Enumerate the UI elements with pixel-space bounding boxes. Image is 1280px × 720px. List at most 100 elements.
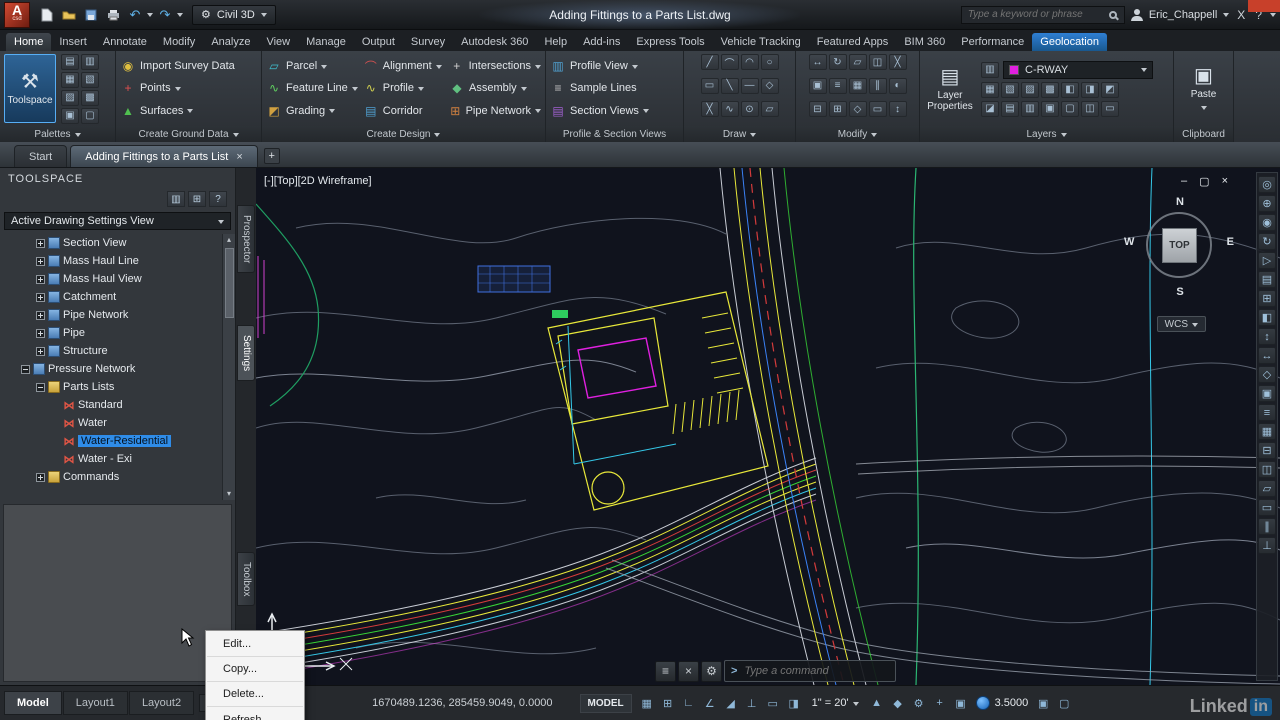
toolspace-button[interactable]: ⚒ Toolspace <box>4 54 56 123</box>
viewcube-south[interactable]: S <box>1176 286 1183 298</box>
side-tab-settings[interactable]: Settings <box>237 325 255 381</box>
layer-tool-icon-7[interactable]: ◩ <box>1101 82 1119 98</box>
tree-expand-icon[interactable] <box>36 293 45 302</box>
tree-item-pipe[interactable]: Pipe <box>2 324 235 342</box>
viewcube-north[interactable]: N <box>1176 196 1184 208</box>
design-intersections-button[interactable]: +Intersections <box>449 55 541 77</box>
modify-tool-icon-4[interactable]: ◫ <box>869 54 887 70</box>
perpendicular-icon[interactable]: ⊥ <box>1258 537 1276 554</box>
ribbon-tab-add-ins[interactable]: Add-ins <box>575 33 628 51</box>
tree-item-catchment[interactable]: Catchment <box>2 288 235 306</box>
tree-expand-icon[interactable] <box>21 365 30 374</box>
tree-item-commands[interactable]: Commands <box>2 468 235 486</box>
ribbon-tab-modify[interactable]: Modify <box>155 33 203 51</box>
layer-tool-b-icon-3[interactable]: ▥ <box>1021 101 1039 117</box>
draw-tool-icon-9[interactable]: ╳ <box>701 101 719 117</box>
undo-dropdown-icon[interactable] <box>147 13 153 20</box>
tree-item-pressure-network[interactable]: Pressure Network <box>2 360 235 378</box>
view-controls-icon[interactable]: ◧ <box>1258 309 1276 326</box>
draw-tool-icon-11[interactable]: ⊙ <box>741 101 759 117</box>
viewcube[interactable]: N TOP W E S <box>1136 196 1224 308</box>
scroll-down-icon[interactable]: ▾ <box>227 488 231 500</box>
wcs-selector[interactable]: WCS <box>1157 316 1206 332</box>
layout-tab-layout1[interactable]: Layout1 <box>63 691 128 715</box>
pan-vertical-icon[interactable]: ↕ <box>1258 328 1276 345</box>
drawing-minimize-icon[interactable]: ‒ <box>1181 175 1187 188</box>
graphics-performance-icon[interactable] <box>976 696 990 710</box>
ribbon-tab-manage[interactable]: Manage <box>298 33 354 51</box>
draw-tool-icon-10[interactable]: ∿ <box>721 101 739 117</box>
toolspace-help-icon[interactable]: ? <box>209 191 227 207</box>
tree-expand-icon[interactable] <box>36 239 45 248</box>
model-space-toggle[interactable]: MODEL <box>580 694 632 713</box>
ribbon-tab-performance[interactable]: Performance <box>953 33 1032 51</box>
file-tab-adding-fittings-to-a-parts-list[interactable]: Adding Fittings to a Parts List× <box>70 145 258 167</box>
design-pipe-network-button[interactable]: ⊞Pipe Network <box>449 100 541 122</box>
hatch-icon[interactable]: ▦ <box>1258 423 1276 440</box>
layer-tool-b-icon-6[interactable]: ◫ <box>1081 101 1099 117</box>
signed-in-user[interactable]: Eric_Chappell <box>1149 9 1217 21</box>
ribbon-tab-autodesk-360[interactable]: Autodesk 360 <box>453 33 536 51</box>
polar-tracking-icon[interactable]: ∠ <box>700 694 720 713</box>
tree-item-mass-haul-view[interactable]: Mass Haul View <box>2 270 235 288</box>
help-dropdown-icon[interactable] <box>1270 13 1276 20</box>
layout-tab-layout2[interactable]: Layout2 <box>129 691 194 715</box>
draw-tool-icon-3[interactable]: ◠ <box>741 54 759 70</box>
clean-screen-icon[interactable]: ▢ <box>1054 694 1074 713</box>
search-icon[interactable] <box>1109 11 1117 19</box>
tree-scrollbar[interactable]: ▴ ▾ <box>222 234 235 500</box>
pan-horizontal-icon[interactable]: ↔ <box>1258 347 1276 364</box>
ground-import-survey-data-button[interactable]: ◉Import Survey Data <box>120 55 235 77</box>
drawing-close-icon[interactable]: × <box>1222 175 1228 188</box>
tree-item-water-exi[interactable]: ⋈Water - Exi <box>2 450 235 468</box>
draw-tool-icon-7[interactable]: — <box>741 78 759 94</box>
ribbon-tab-express-tools[interactable]: Express Tools <box>628 33 712 51</box>
tree-expand-icon[interactable] <box>36 347 45 356</box>
ribbon-tab-geolocation[interactable]: Geolocation <box>1032 33 1107 51</box>
search-input[interactable] <box>966 8 1106 21</box>
zoom-out-icon[interactable]: ⊟ <box>1258 442 1276 459</box>
modify-tool-icon-13[interactable]: ◇ <box>849 101 867 117</box>
modify-tool-icon-2[interactable]: ↻ <box>829 54 847 70</box>
draw-tool-icon-8[interactable]: ◇ <box>761 78 779 94</box>
new-drawing-tab-button[interactable]: + <box>264 148 280 164</box>
autoscale-icon[interactable]: ◆ <box>888 694 908 713</box>
ribbon-tab-survey[interactable]: Survey <box>403 33 453 51</box>
modify-tool-icon-9[interactable]: ∥ <box>869 78 887 94</box>
ribbon-tab-analyze[interactable]: Analyze <box>203 33 258 51</box>
toolspace-display-icon[interactable]: ▥ <box>167 191 185 207</box>
annotation-monitor-icon[interactable]: + <box>930 694 950 713</box>
tree-item-water[interactable]: ⋈Water <box>2 414 235 432</box>
undo-button[interactable]: ↶ <box>125 5 145 25</box>
create-ground-data-panel-label[interactable]: Create Ground Data <box>116 126 261 142</box>
ribbon-tab-annotate[interactable]: Annotate <box>95 33 155 51</box>
modify-tool-icon-6[interactable]: ▣ <box>809 78 827 94</box>
parallel-icon[interactable]: ∥ <box>1258 518 1276 535</box>
isolate-objects-icon[interactable]: ▣ <box>1033 694 1053 713</box>
redo-button[interactable]: ↷ <box>155 5 175 25</box>
new-button[interactable] <box>37 5 57 25</box>
zoom-window-icon[interactable]: ⊞ <box>1258 290 1276 307</box>
tree-expand-icon[interactable] <box>36 329 45 338</box>
annotation-scale-dropdown[interactable]: 1" = 20' <box>809 697 862 709</box>
save-button[interactable] <box>81 5 101 25</box>
layer-tool-icon-3[interactable]: ▨ <box>1021 82 1039 98</box>
tree-expand-icon[interactable] <box>36 473 45 482</box>
ground-surfaces-button[interactable]: ▲Surfaces <box>120 100 235 122</box>
drawing-restore-icon[interactable]: ▢ <box>1199 175 1209 188</box>
workspace-switching-icon[interactable]: ⚙ <box>909 694 929 713</box>
tree-item-structure[interactable]: Structure <box>2 342 235 360</box>
draw-panel-label[interactable]: Draw <box>684 126 795 142</box>
file-tab-start[interactable]: Start <box>14 145 67 167</box>
context-menu-item-delete[interactable]: Delete... <box>207 682 303 707</box>
paste-button[interactable]: ▣ Paste <box>1178 54 1229 123</box>
side-tab-toolbox[interactable]: Toolbox <box>237 552 255 606</box>
tree-item-parts-lists[interactable]: Parts Lists <box>2 378 235 396</box>
scroll-up-icon[interactable]: ▴ <box>227 234 231 246</box>
object-isolate-icon[interactable]: ◇ <box>1258 366 1276 383</box>
modify-tool-icon-10[interactable]: ◐ <box>889 78 907 94</box>
modify-tool-icon-14[interactable]: ▭ <box>869 101 887 117</box>
layer-tool-icon-1[interactable]: ▦ <box>981 82 999 98</box>
viewcube-top-face[interactable]: TOP <box>1162 228 1197 263</box>
draw-tool-icon-1[interactable]: ╱ <box>701 54 719 70</box>
